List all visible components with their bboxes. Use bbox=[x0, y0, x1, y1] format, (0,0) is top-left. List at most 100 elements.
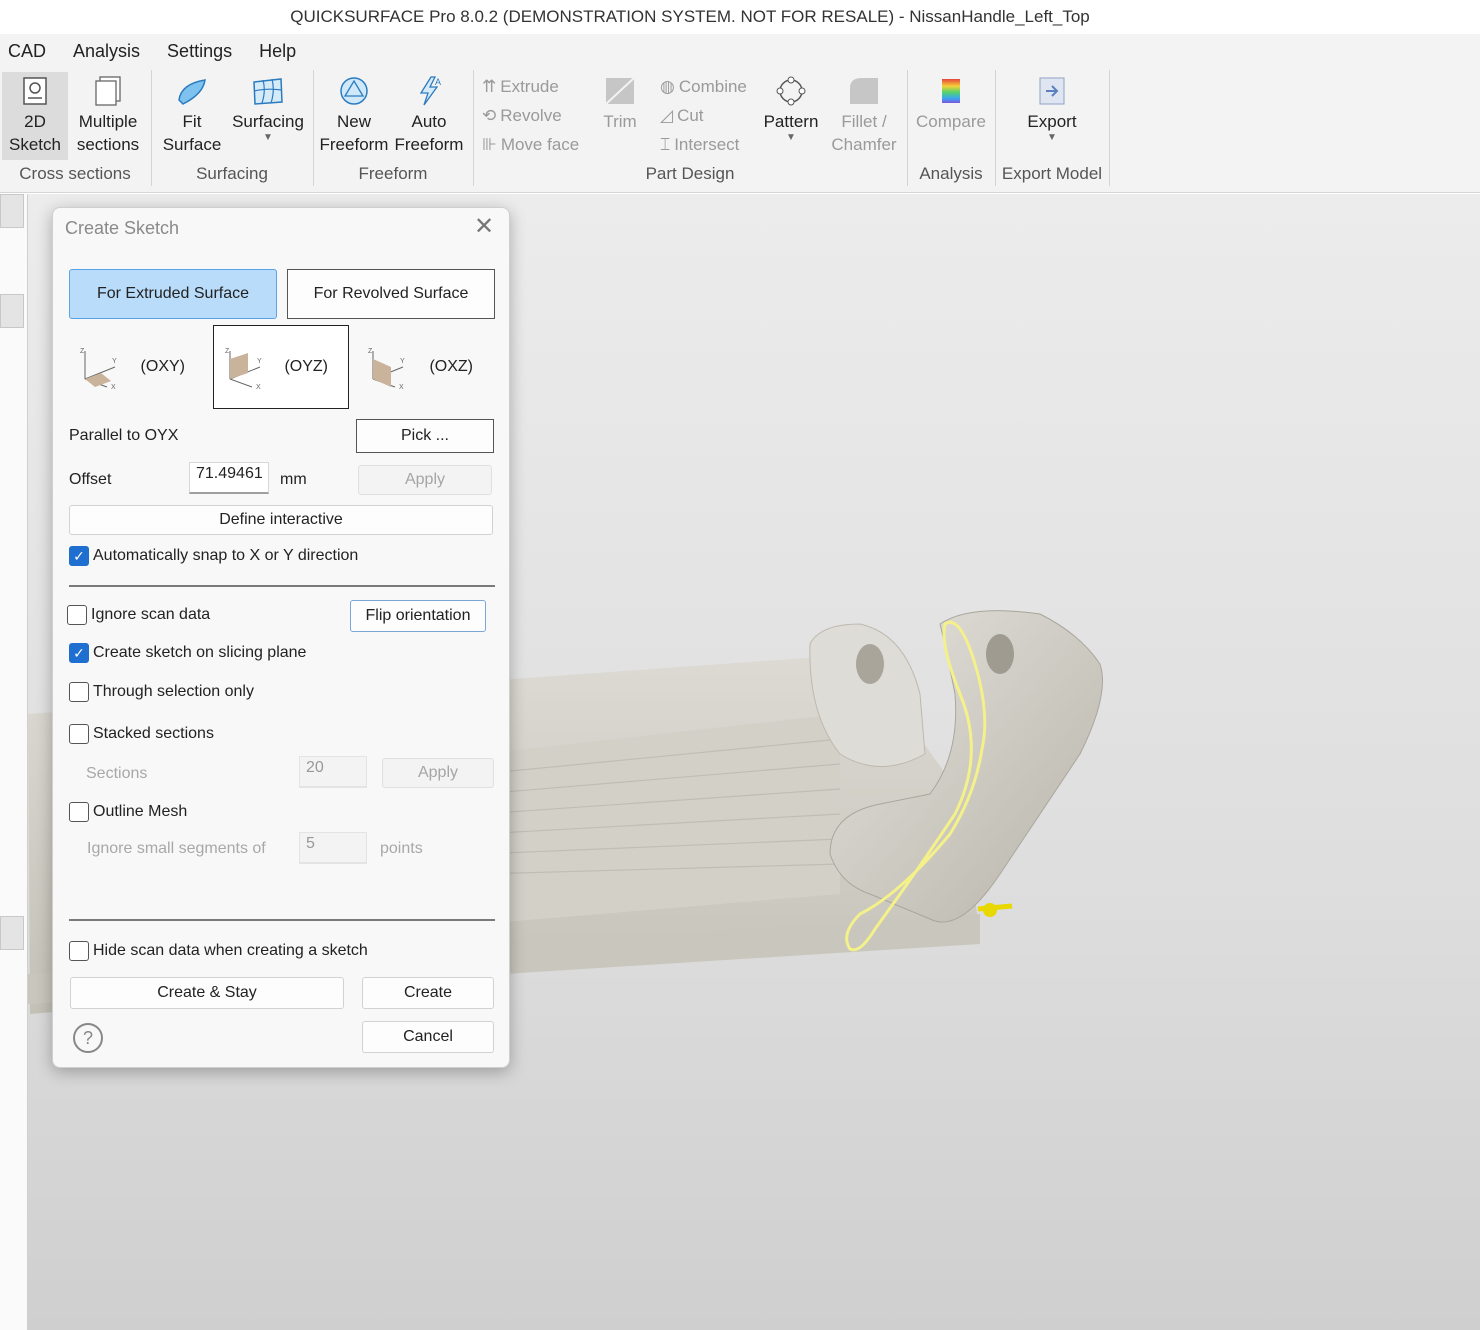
create-button[interactable]: Create bbox=[362, 977, 494, 1009]
ignore-scan-checkbox-row[interactable]: Ignore scan data bbox=[67, 605, 210, 625]
compare-button[interactable]: Compare bbox=[912, 72, 990, 133]
auto-freeform-button[interactable]: A Auto Freeform bbox=[392, 72, 466, 156]
stacked-sections-checkbox-row[interactable]: Stacked sections bbox=[69, 724, 214, 744]
trim-label: Trim bbox=[603, 112, 637, 131]
create-sketch-dialog: Create Sketch ✕ For Extruded Surface For… bbox=[52, 207, 510, 1068]
extrude-icon: ⇈ bbox=[482, 77, 497, 96]
group-label-export-model: Export Model bbox=[1001, 164, 1103, 183]
move-face-button[interactable]: ⊪ Move face bbox=[482, 133, 579, 157]
plane-oxz-option[interactable]: Z Y X (OXZ) bbox=[357, 325, 493, 409]
through-selection-label: Through selection only bbox=[93, 683, 254, 700]
pattern-label: Pattern bbox=[763, 112, 819, 131]
stacked-sections-label: Stacked sections bbox=[93, 725, 214, 742]
left-side-panel bbox=[0, 194, 28, 1330]
create-and-stay-button[interactable]: Create & Stay bbox=[70, 977, 344, 1009]
ignore-scan-checkbox[interactable] bbox=[67, 605, 87, 625]
surfacing-button[interactable]: Surfacing ▼ bbox=[230, 72, 306, 143]
define-interactive-button[interactable]: Define interactive bbox=[69, 505, 493, 535]
for-revolved-surface-button[interactable]: For Revolved Surface bbox=[287, 269, 495, 319]
group-label-freeform: Freeform bbox=[358, 164, 428, 183]
offset-unit-label: mm bbox=[280, 471, 307, 488]
group-label-cross-sections: Cross sections bbox=[19, 164, 131, 183]
fillet-label-2: Chamfer bbox=[831, 135, 897, 154]
plane-oyz-option[interactable]: Z Y X (OYZ) bbox=[213, 325, 349, 409]
move-face-label: Move face bbox=[500, 135, 580, 154]
sketch-2d-button[interactable]: 2D Sketch bbox=[2, 72, 68, 160]
stacked-sections-checkbox[interactable] bbox=[69, 724, 89, 744]
help-icon[interactable]: ? bbox=[73, 1023, 103, 1053]
svg-text:Z: Z bbox=[368, 348, 373, 355]
through-selection-checkbox[interactable] bbox=[69, 682, 89, 702]
menu-help[interactable]: Help bbox=[251, 41, 311, 62]
menu-analysis[interactable]: Analysis bbox=[65, 41, 155, 62]
new-freeform-label-2: Freeform bbox=[319, 135, 389, 154]
surfacing-dropdown-caret-icon: ▼ bbox=[263, 132, 273, 143]
menu-settings[interactable]: Settings bbox=[159, 41, 247, 62]
through-selection-checkbox-row[interactable]: Through selection only bbox=[69, 682, 254, 702]
close-icon[interactable]: ✕ bbox=[471, 214, 497, 240]
pick-button[interactable]: Pick ... bbox=[356, 419, 494, 453]
menu-cad[interactable]: CAD bbox=[0, 41, 61, 62]
group-surfacing: Fit Surface Surfacing ▼ Surfacing bbox=[152, 66, 312, 190]
surfacing-icon bbox=[230, 72, 306, 110]
cancel-button[interactable]: Cancel bbox=[362, 1021, 494, 1053]
svg-text:X: X bbox=[111, 384, 116, 389]
sections-input[interactable]: 20 bbox=[299, 756, 367, 788]
svg-text:X: X bbox=[256, 384, 261, 389]
combine-button[interactable]: ◍ Combine bbox=[660, 75, 747, 99]
intersect-icon: ⌶ bbox=[660, 135, 671, 154]
export-button[interactable]: Export ▼ bbox=[1014, 72, 1090, 143]
plane-oxy-icon: Z Y X bbox=[80, 348, 117, 389]
ignore-small-segments-input[interactable]: 5 bbox=[299, 832, 367, 864]
pattern-button[interactable]: Pattern ▼ bbox=[758, 72, 824, 143]
multiple-sections-button[interactable]: Multiple sections bbox=[72, 72, 144, 156]
window-title: QUICKSURFACE Pro 8.0.2 (DEMONSTRATION SY… bbox=[290, 7, 1090, 26]
group-part-design: ⇈ Extrude ⟲ Revolve ⊪ Move face Trim ◍ Combi… bbox=[474, 66, 906, 190]
side-panel-tab[interactable] bbox=[0, 194, 24, 228]
svg-text:Y: Y bbox=[400, 358, 405, 365]
trim-icon bbox=[594, 72, 646, 110]
plane-oxy-label: (OXY) bbox=[140, 358, 185, 375]
for-extruded-surface-button[interactable]: For Extruded Surface bbox=[69, 269, 277, 319]
offset-apply-button[interactable]: Apply bbox=[358, 465, 492, 495]
new-freeform-icon bbox=[318, 72, 390, 110]
create-on-slicing-checkbox-row[interactable]: ✓ Create sketch on slicing plane bbox=[69, 643, 306, 663]
multiple-sections-icon bbox=[72, 72, 144, 110]
svg-text:X: X bbox=[399, 384, 404, 389]
extrude-button[interactable]: ⇈ Extrude bbox=[482, 75, 559, 99]
compare-icon bbox=[912, 72, 990, 110]
plane-oxz-icon: Z Y X bbox=[368, 348, 405, 389]
offset-input[interactable]: 71.49461 bbox=[189, 462, 269, 494]
hide-scan-checkbox-row[interactable]: Hide scan data when creating a sketch bbox=[69, 941, 368, 961]
hide-scan-checkbox[interactable] bbox=[69, 941, 89, 961]
outline-mesh-checkbox[interactable] bbox=[69, 802, 89, 822]
ribbon-toolbar: 2D Sketch Multiple sections Cross sectio… bbox=[0, 66, 1480, 193]
trim-button[interactable]: Trim bbox=[594, 72, 646, 133]
group-label-part-design: Part Design bbox=[645, 164, 735, 183]
flip-orientation-button[interactable]: Flip orientation bbox=[350, 600, 486, 632]
create-on-slicing-checkbox[interactable]: ✓ bbox=[69, 643, 89, 663]
fit-surface-button[interactable]: Fit Surface bbox=[158, 72, 226, 156]
points-unit-label: points bbox=[380, 840, 423, 857]
ignore-scan-label: Ignore scan data bbox=[91, 606, 211, 623]
cut-button[interactable]: ◿ Cut bbox=[660, 104, 704, 128]
auto-snap-checkbox-row[interactable]: ✓ Automatically snap to X or Y direction bbox=[69, 546, 358, 566]
sketch-2d-label-2: Sketch bbox=[9, 135, 61, 154]
intersect-button[interactable]: ⌶ Intersect bbox=[660, 133, 739, 157]
multiple-sections-label-2: sections bbox=[76, 135, 140, 154]
side-panel-tab[interactable] bbox=[0, 294, 24, 328]
sections-apply-button[interactable]: Apply bbox=[382, 758, 494, 788]
fillet-chamfer-button[interactable]: Fillet / Chamfer bbox=[826, 72, 902, 156]
new-freeform-button[interactable]: New Freeform bbox=[318, 72, 390, 156]
auto-snap-label: Automatically snap to X or Y direction bbox=[93, 547, 359, 564]
plane-oxy-option[interactable]: Z Y X (OXY) bbox=[69, 325, 205, 409]
auto-freeform-label-2: Freeform bbox=[394, 135, 464, 154]
svg-text:Y: Y bbox=[112, 358, 117, 365]
side-panel-tab[interactable] bbox=[0, 916, 24, 950]
outline-mesh-checkbox-row[interactable]: Outline Mesh bbox=[69, 802, 187, 822]
outline-mesh-label: Outline Mesh bbox=[93, 803, 188, 820]
auto-snap-checkbox[interactable]: ✓ bbox=[69, 546, 89, 566]
divider bbox=[69, 585, 495, 587]
move-face-icon: ⊪ bbox=[482, 135, 497, 154]
revolve-button[interactable]: ⟲ Revolve bbox=[482, 104, 562, 128]
